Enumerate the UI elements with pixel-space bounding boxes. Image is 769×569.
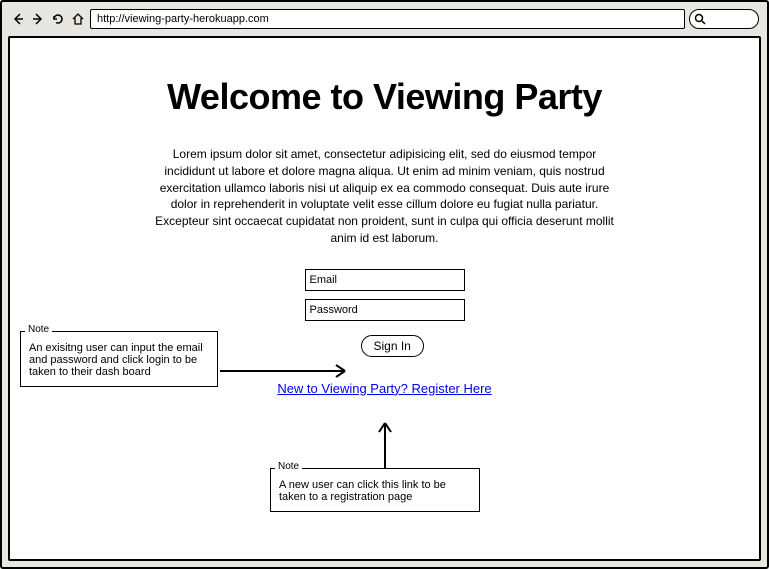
- note-login-text: An exisitng user can input the email and…: [29, 342, 203, 378]
- email-field[interactable]: Email: [305, 269, 465, 291]
- note-login: Note An exisitng user can input the emai…: [20, 331, 218, 387]
- reload-icon: [51, 12, 65, 26]
- arrow-up-icon: [375, 418, 395, 468]
- search-box[interactable]: [689, 9, 759, 29]
- arrow-icon: [220, 361, 360, 381]
- search-icon: [694, 13, 706, 25]
- page-description: Lorem ipsum dolor sit amet, consectetur …: [155, 146, 615, 247]
- signin-button[interactable]: Sign In: [361, 335, 424, 357]
- reload-button[interactable]: [50, 11, 66, 27]
- url-bar[interactable]: http://viewing-party-herokuapp.com: [90, 9, 685, 29]
- signin-label: Sign In: [374, 339, 411, 353]
- login-form: Email Password Sign In: [305, 269, 465, 357]
- home-icon: [71, 12, 85, 26]
- browser-window: http://viewing-party-herokuapp.com Welco…: [0, 0, 769, 569]
- note-register: Note A new user can click this link to b…: [270, 468, 480, 512]
- note-label: Note: [25, 324, 52, 335]
- arrow-to-register: [375, 418, 395, 473]
- password-field[interactable]: Password: [305, 299, 465, 321]
- arrow-right-icon: [31, 12, 45, 26]
- page-title: Welcome to Viewing Party: [10, 76, 759, 118]
- email-placeholder: Email: [310, 274, 338, 286]
- url-text: http://viewing-party-herokuapp.com: [97, 13, 269, 25]
- note-register-text: A new user can click this link to be tak…: [279, 479, 446, 503]
- arrow-to-signin: [220, 361, 360, 386]
- password-placeholder: Password: [310, 304, 358, 316]
- arrow-left-icon: [11, 12, 25, 26]
- browser-toolbar: http://viewing-party-herokuapp.com: [2, 2, 767, 36]
- home-button[interactable]: [70, 11, 86, 27]
- forward-button[interactable]: [30, 11, 46, 27]
- back-button[interactable]: [10, 11, 26, 27]
- page-viewport: Welcome to Viewing Party Lorem ipsum dol…: [8, 36, 761, 561]
- note-label-2: Note: [275, 461, 302, 472]
